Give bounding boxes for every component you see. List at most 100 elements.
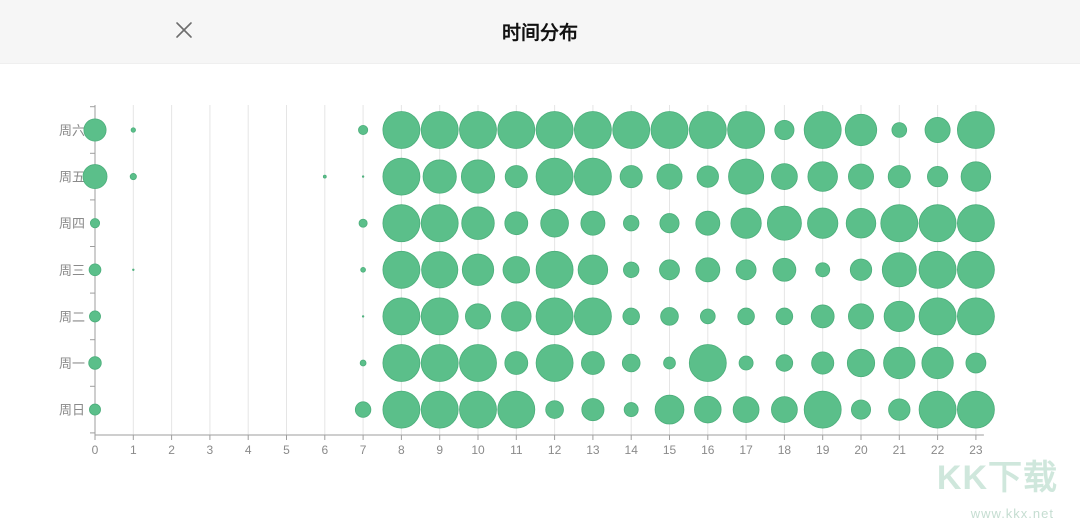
bubble — [88, 263, 102, 277]
x-tick-label: 12 — [548, 443, 562, 457]
bubble — [891, 122, 908, 138]
bubble — [775, 354, 794, 372]
bubble — [420, 297, 459, 336]
x-tick-label: 18 — [778, 443, 792, 457]
bubble — [422, 159, 457, 194]
bubble — [883, 346, 916, 380]
bubble — [845, 207, 877, 239]
bubble — [918, 250, 957, 289]
bubble — [881, 252, 917, 288]
bubble — [728, 158, 765, 195]
bubble — [772, 257, 797, 282]
x-tick-label: 19 — [816, 443, 830, 457]
y-tick-label: 周二 — [59, 310, 85, 325]
bubble — [382, 390, 421, 429]
bubble — [688, 111, 727, 149]
bubble — [957, 250, 995, 289]
bubble — [775, 307, 794, 326]
bubble — [580, 210, 606, 236]
bubble — [129, 173, 137, 181]
bubble — [359, 359, 367, 367]
bubble — [535, 157, 574, 196]
x-tick-label: 9 — [436, 443, 443, 457]
bubble — [844, 113, 878, 147]
bubble — [89, 310, 101, 323]
bubble — [623, 215, 640, 232]
bubble — [807, 161, 838, 192]
bubble — [82, 164, 108, 190]
bubble — [382, 157, 421, 196]
bubble — [132, 268, 135, 272]
bubble — [918, 390, 957, 429]
bubble — [504, 211, 529, 236]
bubble — [960, 161, 992, 192]
bubble — [465, 303, 491, 330]
bubble — [497, 390, 536, 429]
bubble — [382, 250, 421, 289]
bubble — [848, 303, 874, 330]
bubble — [694, 395, 722, 424]
y-tick-label: 周一 — [59, 357, 85, 372]
bubble — [612, 111, 651, 149]
bubble — [89, 403, 101, 416]
watermark-url: www.kkx.net — [970, 506, 1054, 521]
x-tick-label: 17 — [739, 443, 753, 457]
bubble — [659, 213, 680, 234]
x-tick-label: 6 — [321, 443, 328, 457]
x-tick-label: 2 — [168, 443, 175, 457]
x-tick-label: 10 — [471, 443, 485, 457]
y-tick-label: 周四 — [59, 217, 85, 232]
x-tick-label: 5 — [283, 443, 290, 457]
bubble — [574, 111, 612, 149]
time-distribution-chart: 0 1 2 3 4 5 6 7 8 9 10 11 12 13 14 15 16 17 18 19 20 21 22 23周六… — [59, 105, 995, 457]
bubble — [688, 344, 727, 382]
bubble — [888, 398, 911, 421]
bubble — [850, 399, 872, 420]
bubble — [732, 396, 760, 423]
bubble — [504, 165, 528, 189]
bubble — [382, 111, 421, 149]
bubble — [420, 204, 459, 243]
bubble — [535, 111, 574, 149]
x-tick-label: 21 — [893, 443, 907, 457]
x-tick-label: 13 — [586, 443, 600, 457]
bubble — [699, 308, 716, 325]
bubble — [656, 163, 683, 190]
watermark-logo: KK下载 — [936, 459, 1058, 497]
bubble — [622, 307, 640, 326]
bubble — [574, 157, 612, 196]
bubble — [815, 262, 831, 278]
bubble — [361, 315, 365, 318]
bubble — [965, 352, 987, 374]
bubble — [921, 346, 954, 380]
bubble — [459, 390, 497, 429]
bubble — [650, 111, 689, 149]
bubble — [420, 390, 459, 429]
bubble — [501, 301, 532, 332]
bubble — [382, 204, 421, 243]
bubble — [880, 204, 919, 243]
y-tick-label: 周六 — [59, 124, 85, 139]
y-tick-label: 周日 — [59, 404, 85, 419]
bubble — [918, 297, 957, 336]
bubble — [883, 300, 915, 332]
bubble — [459, 111, 497, 149]
x-tick-label: 8 — [398, 443, 405, 457]
x-tick-label: 7 — [360, 443, 367, 457]
bubble — [727, 111, 765, 149]
bubble — [771, 163, 798, 190]
bubble — [849, 258, 873, 281]
bubble — [577, 254, 609, 286]
bubble — [361, 175, 365, 178]
bubble — [461, 253, 495, 286]
bubble — [623, 261, 640, 278]
bubble — [771, 396, 798, 423]
bubble — [957, 204, 995, 243]
x-tick-label: 4 — [245, 443, 252, 457]
bubble — [535, 297, 574, 336]
bubble — [621, 353, 641, 373]
bubble — [735, 259, 757, 281]
bubble — [88, 356, 102, 370]
bubble — [957, 297, 995, 336]
bubble — [461, 206, 495, 240]
